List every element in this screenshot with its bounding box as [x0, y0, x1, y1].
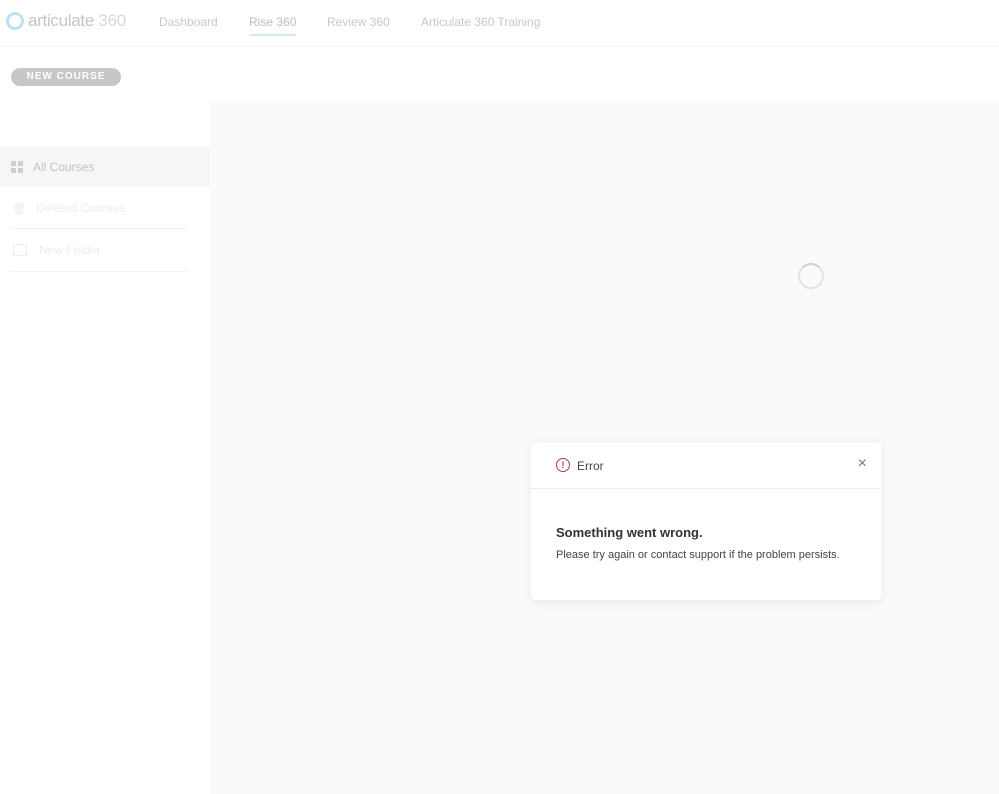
divider	[10, 271, 188, 272]
top-navigation-bar: articulate 360 Dashboard Rise 360 Review…	[0, 0, 999, 47]
logo-number: 360	[98, 11, 126, 30]
sidebar-item-label: New Folder	[39, 243, 101, 257]
logo-text: articulate	[28, 11, 94, 30]
nav-articulate-360-training[interactable]: Articulate 360 Training	[421, 15, 540, 29]
error-heading: Something went wrong.	[556, 525, 703, 540]
dialog-header: ! Error ×	[531, 443, 881, 489]
error-dialog: ! Error × Something went wrong. Please t…	[531, 443, 881, 600]
sidebar-item-label: All Courses	[33, 160, 95, 174]
new-course-button[interactable]: NEW COURSE	[11, 68, 121, 86]
sidebar-item-deleted-courses[interactable]: 🗑 Deleted Courses	[0, 188, 210, 228]
nav-review-360[interactable]: Review 360	[327, 15, 390, 29]
nav-dashboard[interactable]: Dashboard	[159, 15, 218, 29]
logo-ring-icon	[6, 12, 24, 30]
close-button[interactable]: ×	[858, 455, 867, 473]
nav-rise-360[interactable]: Rise 360	[249, 15, 297, 36]
error-icon: !	[556, 458, 570, 472]
sidebar-item-label: Deleted Courses	[35, 201, 126, 215]
folder-plus-icon	[13, 244, 27, 256]
trash-icon: 🗑	[12, 202, 26, 215]
articulate-logo[interactable]: articulate 360	[6, 11, 126, 31]
divider	[10, 228, 188, 229]
dialog-title: Error	[577, 459, 604, 473]
toolbar: NEW COURSE	[0, 47, 999, 101]
sidebar-item-new-folder[interactable]: New Folder	[0, 230, 210, 270]
sidebar: All Courses 🗑 Deleted Courses New Folder	[0, 101, 210, 794]
error-message: Please try again or contact support if t…	[556, 549, 840, 561]
grid-icon	[11, 161, 23, 173]
sidebar-item-all-courses[interactable]: All Courses	[0, 147, 210, 187]
loading-spinner-icon	[798, 263, 824, 289]
